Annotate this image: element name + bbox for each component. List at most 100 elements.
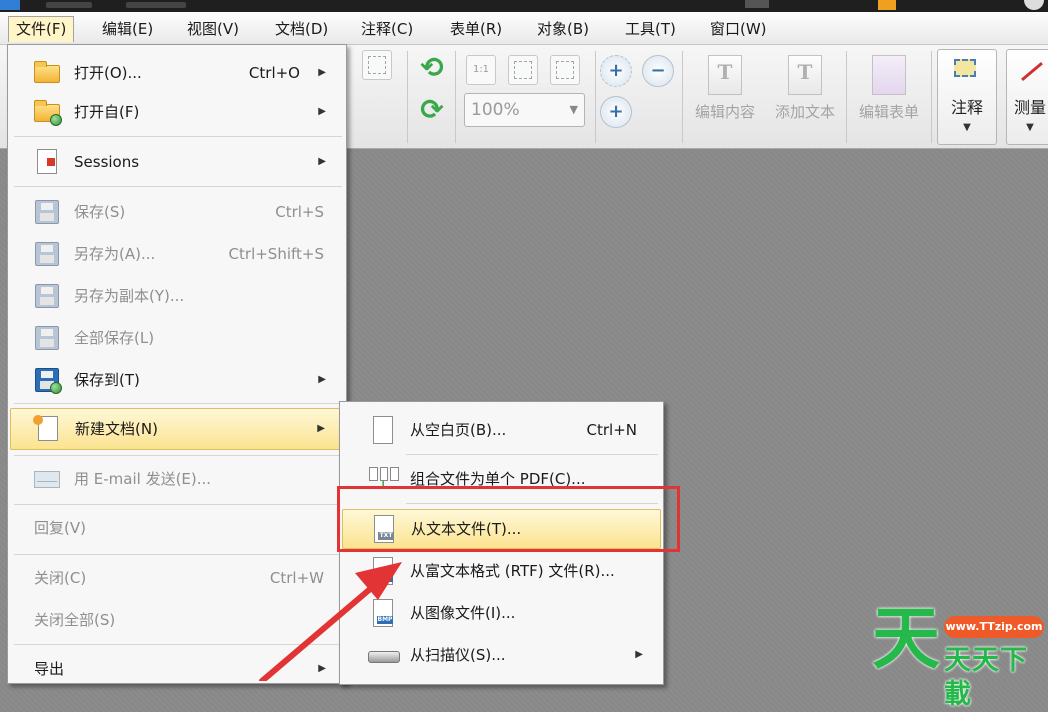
edit-content-button[interactable]: T 编辑内容 bbox=[686, 49, 764, 145]
new-document-icon bbox=[33, 415, 63, 443]
site-watermark: 天 www.TTzip.com 天天下載 bbox=[872, 600, 1048, 710]
menu-separator bbox=[14, 504, 342, 505]
toolbar-separator bbox=[682, 51, 683, 143]
chevron-right-icon: ▶ bbox=[318, 156, 326, 167]
title-app-icon bbox=[878, 0, 896, 10]
toolbar-separator bbox=[455, 51, 456, 143]
menu-separator bbox=[14, 136, 342, 137]
menu-item-open[interactable]: 打开(O)... Ctrl+O ▶ bbox=[10, 55, 344, 91]
highlight-annotation-box bbox=[337, 486, 680, 552]
plus-icon: + bbox=[608, 101, 624, 122]
menu-object[interactable]: 对象(B) bbox=[530, 16, 596, 42]
minus-icon: − bbox=[650, 60, 666, 81]
watermark-logo: 天 bbox=[872, 600, 941, 679]
edit-form-button[interactable]: 编辑表单 bbox=[850, 49, 928, 145]
chevron-right-icon: ▶ bbox=[318, 663, 326, 674]
menu-tools[interactable]: 工具(T) bbox=[618, 16, 683, 42]
save-to-icon bbox=[32, 366, 62, 394]
menu-item-send-email[interactable]: 用 E-mail 发送(E)... bbox=[10, 461, 344, 497]
chevron-right-icon: ▶ bbox=[318, 374, 326, 385]
add-text-icon: T bbox=[788, 55, 822, 95]
menu-item-save-all[interactable]: 全部保存(L) bbox=[10, 320, 344, 356]
zoom-in-button[interactable]: + bbox=[600, 96, 632, 128]
rtf-file-icon: RTF bbox=[368, 557, 398, 585]
menu-item-close[interactable]: 关闭(C) Ctrl+W bbox=[10, 560, 344, 596]
menu-item-new-document[interactable]: 新建文档(N) ▶ bbox=[10, 408, 344, 450]
zoom-in-icon: + bbox=[608, 60, 624, 81]
chevron-down-icon: ▼ bbox=[1026, 122, 1034, 133]
fit-width-icon bbox=[556, 61, 574, 79]
menu-separator bbox=[406, 454, 658, 455]
menu-window[interactable]: 窗口(W) bbox=[703, 16, 774, 42]
marquee-zoom-button[interactable]: + bbox=[600, 55, 632, 87]
menu-item-revert[interactable]: 回复(V) bbox=[10, 510, 344, 546]
menu-file[interactable]: 文件(F) bbox=[8, 16, 75, 42]
rotate-cw-button[interactable]: ⟳ bbox=[416, 94, 448, 126]
toolbar-separator bbox=[407, 51, 408, 143]
chevron-right-icon: ▶ bbox=[318, 106, 326, 117]
menu-item-save-as[interactable]: 另存为(A)... Ctrl+Shift+S bbox=[10, 236, 344, 272]
fit-width-button[interactable] bbox=[550, 55, 580, 85]
rotate-ccw-button[interactable]: ⟲ bbox=[416, 52, 448, 84]
fit-page-icon bbox=[514, 61, 532, 79]
fit-page-button[interactable] bbox=[508, 55, 538, 85]
toolbar-separator bbox=[595, 51, 596, 143]
menu-item-save-copy[interactable]: 另存为副本(Y)... bbox=[10, 278, 344, 314]
email-icon bbox=[32, 465, 62, 493]
save-all-icon bbox=[32, 324, 62, 352]
zoom-select[interactable]: 100% ▼ bbox=[464, 93, 585, 127]
add-text-button[interactable]: T 添加文本 bbox=[766, 49, 844, 145]
chevron-right-icon: ▶ bbox=[318, 67, 326, 78]
menu-separator bbox=[14, 554, 342, 555]
measure-icon bbox=[1013, 56, 1047, 90]
menu-item-sessions[interactable]: Sessions ▶ bbox=[10, 144, 344, 180]
text-select-tool-button[interactable] bbox=[362, 50, 392, 80]
file-menu: 打开(O)... Ctrl+O ▶ 打开自(F) ▶ Sessions ▶ 保存… bbox=[7, 44, 347, 684]
menu-separator bbox=[14, 403, 342, 404]
menu-item-save-to[interactable]: 保存到(T) ▶ bbox=[10, 362, 344, 398]
sessions-icon bbox=[32, 148, 62, 176]
folder-web-icon bbox=[32, 98, 62, 126]
title-text-blur bbox=[46, 2, 92, 8]
menu-document[interactable]: 文档(D) bbox=[268, 16, 335, 42]
submenu-item-blank-page[interactable]: 从空白页(B)... Ctrl+N bbox=[342, 412, 661, 448]
bmp-file-icon: BMP bbox=[368, 599, 398, 627]
menu-comment[interactable]: 注释(C) bbox=[354, 16, 420, 42]
text-select-icon bbox=[368, 56, 386, 74]
actual-size-button[interactable]: 1:1 bbox=[466, 55, 496, 85]
menu-view[interactable]: 视图(V) bbox=[180, 16, 246, 42]
watermark-url: www.TTzip.com bbox=[944, 616, 1044, 638]
scanner-icon bbox=[368, 641, 400, 669]
menu-item-save[interactable]: 保存(S) Ctrl+S bbox=[10, 194, 344, 230]
measure-button[interactable]: 测量 ▼ bbox=[1006, 49, 1048, 145]
folder-open-icon bbox=[32, 59, 62, 87]
menu-edit[interactable]: 编辑(E) bbox=[95, 16, 160, 42]
submenu-item-from-scanner[interactable]: 从扫描仪(S)... ▶ bbox=[342, 637, 661, 673]
chevron-down-icon: ▼ bbox=[963, 122, 971, 133]
measure-label: 测量 bbox=[1013, 98, 1046, 117]
edit-content-label: 编辑内容 bbox=[694, 103, 755, 121]
menu-separator bbox=[14, 455, 342, 456]
menu-item-close-all[interactable]: 关闭全部(S) bbox=[10, 602, 344, 638]
annotate-icon bbox=[950, 56, 984, 90]
menu-item-export[interactable]: 导出 ▶ bbox=[10, 651, 344, 687]
submenu-item-from-image-file[interactable]: BMP 从图像文件(I)... bbox=[342, 595, 661, 631]
app-logo-icon bbox=[0, 0, 20, 10]
zoom-out-button[interactable]: − bbox=[642, 55, 674, 87]
edit-content-icon: T bbox=[708, 55, 742, 95]
toolbar-separator bbox=[931, 51, 932, 143]
blank-page-icon bbox=[368, 416, 398, 444]
submenu-item-from-rtf-file[interactable]: RTF 从富文本格式 (RTF) 文件(R)... bbox=[342, 553, 661, 589]
title-circle-icon bbox=[1024, 0, 1044, 10]
chevron-right-icon: ▶ bbox=[317, 423, 325, 434]
chevron-right-icon: ▶ bbox=[635, 649, 643, 660]
annotate-label: 注释 bbox=[950, 98, 983, 117]
save-as-icon bbox=[32, 240, 62, 268]
zoom-value: 100% bbox=[471, 100, 520, 120]
menu-form[interactable]: 表单(R) bbox=[443, 16, 509, 42]
title-text-blur bbox=[126, 2, 186, 8]
save-copy-icon bbox=[32, 282, 62, 310]
annotate-button[interactable]: 注释 ▼ bbox=[937, 49, 997, 145]
watermark-name: 天天下載 bbox=[944, 645, 1028, 710]
menu-item-open-from[interactable]: 打开自(F) ▶ bbox=[10, 94, 344, 130]
